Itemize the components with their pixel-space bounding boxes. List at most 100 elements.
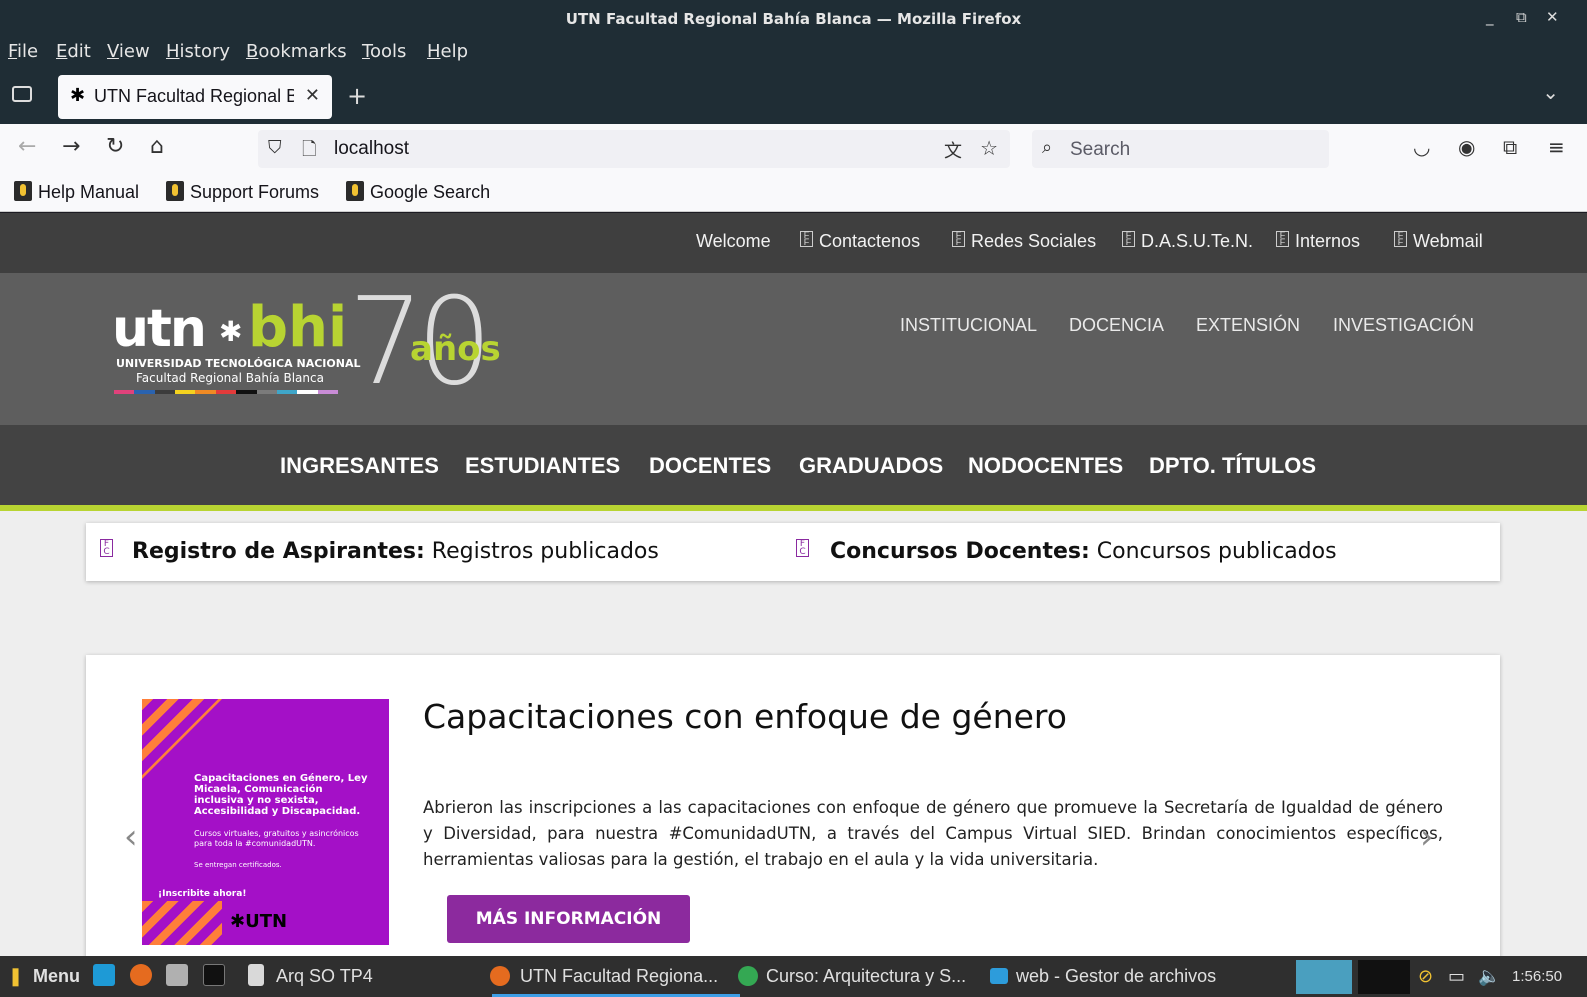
start-menu-button[interactable]: Menu [33, 966, 80, 987]
feature-title[interactable]: Capacitaciones con enfoque de género [423, 697, 1067, 736]
top-link-webmail[interactable]: F F Webmail [1394, 231, 1483, 252]
shield-icon[interactable]: ⛉ [268, 137, 282, 158]
bookmark-icon [166, 181, 184, 201]
workspace-2[interactable] [1358, 960, 1410, 994]
bookmark-star-icon[interactable]: ☆ [980, 136, 998, 160]
missing-glyph-icon: F F [800, 231, 813, 247]
missing-glyph-icon: F F [1122, 231, 1135, 247]
tab-list-icon[interactable] [12, 86, 32, 102]
task-arq-so-tp4[interactable]: Arq SO TP4 [276, 966, 373, 987]
top-link-dasuten[interactable]: F F D.A.S.U.Te.N. [1122, 231, 1253, 252]
new-tab-icon[interactable]: + [347, 82, 367, 110]
top-link-internos[interactable]: F F Internos [1276, 231, 1360, 252]
hamburger-menu-icon[interactable]: ≡ [1548, 135, 1565, 159]
task-web-file-manager[interactable]: web - Gestor de archivos [1016, 966, 1216, 987]
show-desktop-icon[interactable] [93, 964, 115, 986]
nav-extension[interactable]: EXTENSIÓN [1196, 315, 1300, 336]
task-utn-firefox[interactable]: UTN Facultad Regiona... [520, 966, 718, 987]
logo-subtitle-faculty: Facultad Regional Bahía Blanca [136, 371, 324, 385]
close-tab-icon[interactable]: ✕ [305, 85, 320, 106]
top-link-label: Internos [1295, 231, 1361, 251]
reload-icon[interactable]: ↻ [106, 134, 124, 159]
file-manager-launcher-icon[interactable] [166, 964, 188, 986]
home-icon[interactable]: ⌂ [150, 134, 164, 159]
task-curso-chrome[interactable]: Curso: Arquitectura y S... [766, 966, 966, 987]
network-icon[interactable]: ▭ [1448, 966, 1465, 987]
maximize-icon[interactable]: ⧉ [1516, 8, 1527, 26]
notice-registro-aspirantes[interactable]: Registro de Aspirantes: Registros public… [132, 539, 659, 564]
feature-body: Abrieron las inscripciones a las capacit… [423, 798, 1443, 869]
top-link-label: Webmail [1413, 231, 1483, 251]
menu-view[interactable]: View [107, 41, 150, 62]
update-manager-icon[interactable]: ⊘ [1418, 966, 1433, 987]
tab-label: UTN Facultad Regional Bahía Blanca [94, 86, 294, 106]
menu-help[interactable]: Help [427, 41, 468, 62]
pocket-icon[interactable]: ◡ [1413, 135, 1430, 159]
mint-menu-icon[interactable]: ❚ [8, 966, 23, 987]
site-header: utn ✱ bhi UNIVERSIDAD TECNOLÓGICA NACION… [0, 273, 1587, 425]
close-window-icon[interactable]: ✕ [1546, 8, 1559, 26]
notice-heading: Registro de Aspirantes: [132, 539, 425, 564]
menu-edit[interactable]: Edit [56, 41, 91, 62]
minimize-icon[interactable]: _ [1486, 8, 1494, 26]
top-link-label: D.A.S.U.Te.N. [1141, 231, 1254, 251]
back-icon[interactable]: ← [18, 134, 36, 159]
firefox-launcher-icon[interactable] [130, 964, 152, 986]
url-text[interactable]: localhost [334, 138, 409, 160]
nav-docencia[interactable]: DOCENCIA [1069, 315, 1164, 336]
top-link-welcome[interactable]: Welcome [696, 231, 771, 252]
clock[interactable]: 1:56:50 [1512, 968, 1562, 985]
search-placeholder: Search [1070, 139, 1131, 160]
terminal-launcher-icon[interactable] [203, 964, 225, 986]
account-icon[interactable]: ◉ [1458, 135, 1475, 159]
carousel-next-icon[interactable]: › [1420, 817, 1434, 857]
top-link-redes-sociales[interactable]: F F Redes Sociales [952, 231, 1096, 252]
promo-heading: Capacitaciones en Género, Ley Micaela, C… [194, 773, 368, 817]
feature-carousel: ‹ Capacitaciones en Género, Ley Micaela,… [86, 655, 1500, 956]
carousel-prev-icon[interactable]: ‹ [124, 817, 138, 857]
logo-stripe-segment [276, 390, 298, 394]
menu-bookmarks[interactable]: Bookmarks [246, 41, 347, 62]
logo-stripe-segment [297, 390, 318, 394]
main-nav-docentes[interactable]: DOCENTES [649, 453, 771, 479]
extensions-icon[interactable]: ⧉ [1503, 135, 1517, 159]
volume-icon[interactable]: 🔈 [1478, 966, 1500, 987]
main-nav-nodocentes[interactable]: NODOCENTES [968, 453, 1123, 479]
menu-tools[interactable]: Tools [362, 41, 406, 62]
top-link-contactenos[interactable]: F F Contactenos [800, 231, 920, 252]
bookmark-google-search[interactable]: Google Search [346, 181, 490, 203]
page-info-icon[interactable]: 🗋 [302, 137, 316, 167]
logo-stripe-segment [236, 390, 257, 394]
feature-image[interactable]: Capacitaciones en Género, Ley Micaela, C… [142, 699, 389, 945]
menu-file[interactable]: File [8, 41, 38, 62]
translate-icon[interactable]: 文 [944, 137, 962, 163]
search-input[interactable]: ⌕ Search [1032, 130, 1329, 168]
nav-investigacion[interactable]: INVESTIGACIÓN [1333, 315, 1474, 336]
main-nav-graduados[interactable]: GRADUADOS [799, 453, 943, 479]
tab-utn[interactable]: ✱ UTN Facultad Regional Bahía Blanca ✕ [58, 75, 332, 119]
firefox-icon [490, 966, 510, 986]
notice-concursos-docentes[interactable]: Concursos Docentes: Concursos publicados [830, 539, 1337, 564]
main-nav-estudiantes[interactable]: ESTUDIANTES [465, 453, 620, 479]
logo-stripe-segment [195, 390, 216, 394]
search-icon: ⌕ [1042, 137, 1053, 158]
main-nav-ingresantes[interactable]: INGRESANTES [280, 453, 439, 479]
main-nav-dpto-titulos[interactable]: DPTO. TÍTULOS [1149, 453, 1316, 479]
menu-bar: File Edit View History Bookmarks Tools H… [0, 38, 1587, 68]
top-link-label: Contactenos [819, 231, 921, 251]
url-bar[interactable]: ⛉ 🗋 localhost 文 ☆ [258, 130, 1010, 168]
chevron-down-icon[interactable]: ⌄ [1542, 80, 1559, 104]
mas-informacion-button[interactable]: MÁS INFORMACIÓN [447, 895, 690, 943]
missing-glyph-icon: F F [1276, 231, 1289, 247]
nav-institucional[interactable]: INSTITUCIONAL [900, 315, 1037, 336]
forward-icon[interactable]: → [62, 134, 80, 159]
workspace-1[interactable] [1296, 960, 1352, 994]
bookmark-icon [346, 181, 364, 201]
bookmark-icon [14, 181, 32, 201]
menu-history[interactable]: History [166, 41, 230, 62]
bookmark-help-manual[interactable]: Help Manual [14, 181, 139, 203]
site-top-bar: Welcome F F Contactenos F F Redes Sociales… [0, 213, 1587, 273]
tab-bar: ✱ UTN Facultad Regional Bahía Blanca ✕ +… [0, 68, 1587, 124]
logo-stripe-segment [256, 390, 277, 394]
bookmark-support-forums[interactable]: Support Forums [166, 181, 319, 203]
